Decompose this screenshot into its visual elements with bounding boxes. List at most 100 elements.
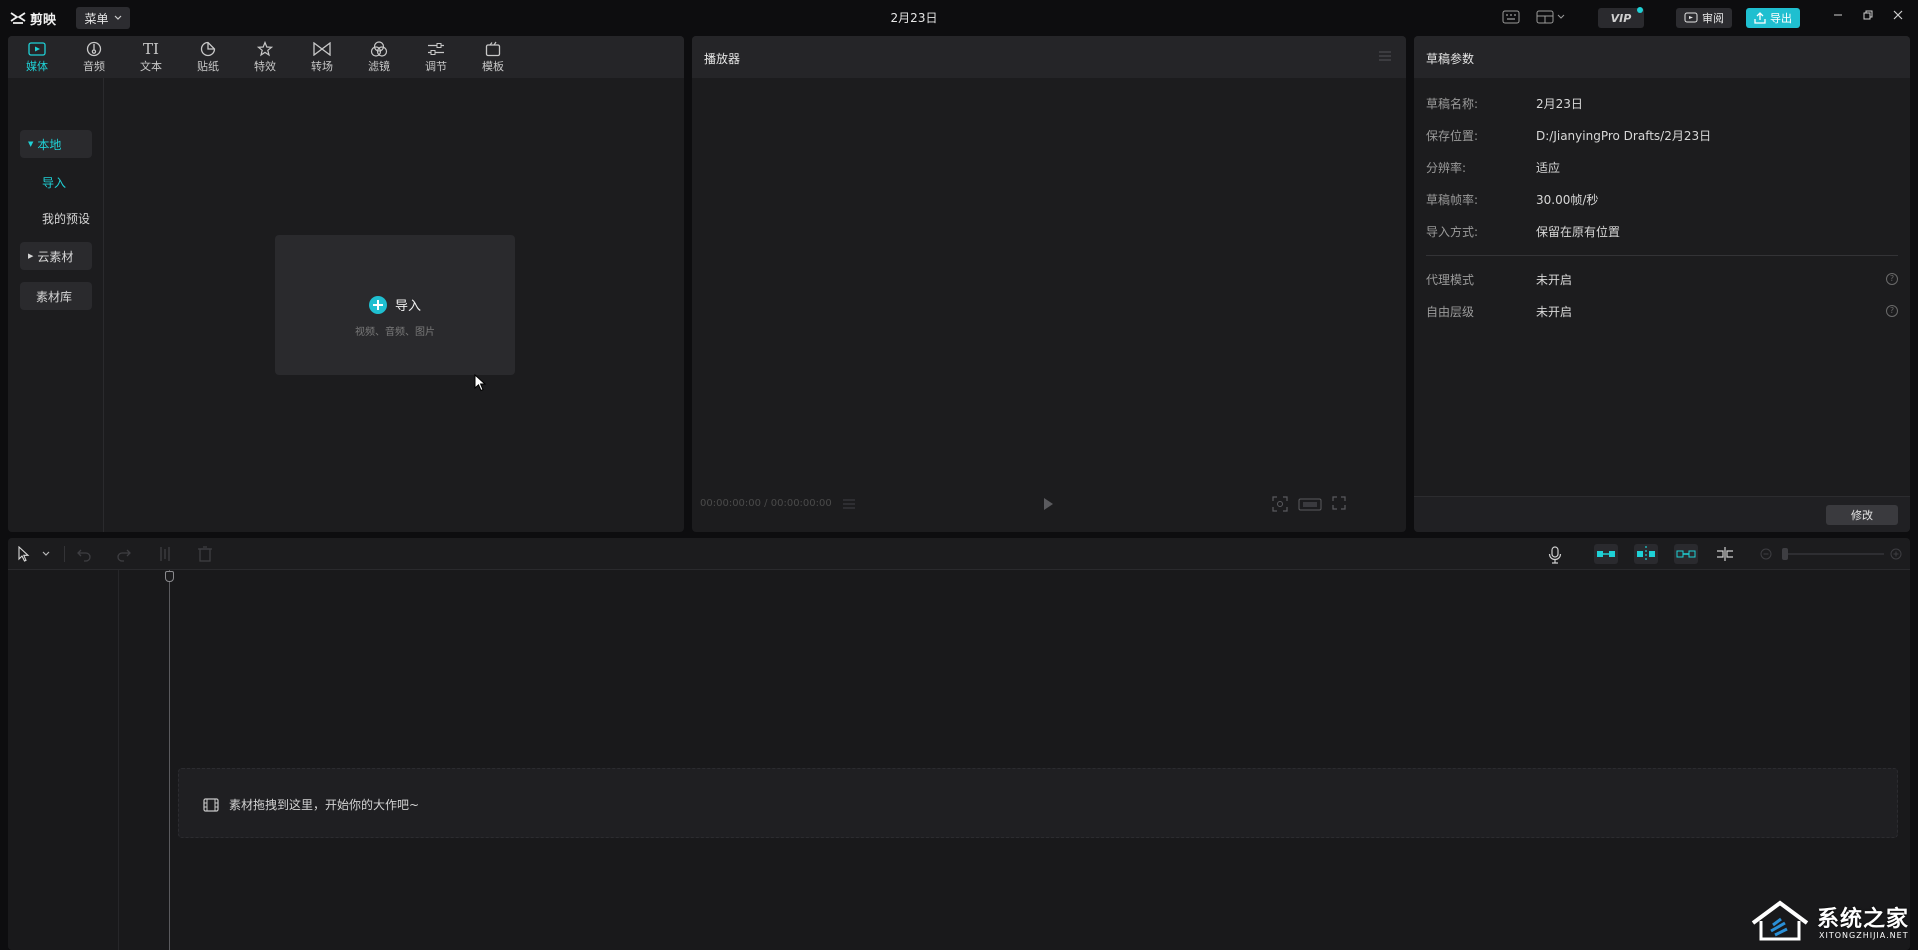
prop-row-free-layer: 自由层级 未开启 ?	[1426, 303, 1898, 321]
tab-text[interactable]: TI 文本	[126, 40, 176, 76]
tab-template-label: 模板	[482, 60, 504, 73]
undo-icon[interactable]	[76, 546, 92, 562]
import-hint: 视频、音频、图片	[355, 327, 435, 338]
playhead-handle[interactable]	[165, 571, 174, 582]
sidebar-cloud-label: 云素材	[37, 249, 74, 264]
film-strip-icon	[203, 797, 219, 812]
sidebar-item-my-presets[interactable]: 我的预设	[34, 204, 102, 232]
preview-axis-icon[interactable]	[1674, 544, 1698, 564]
sidebar-item-local[interactable]: ▼ 本地	[20, 130, 92, 158]
help-icon[interactable]: ?	[1886, 273, 1898, 285]
timeline-drop-zone[interactable]: 素材拖拽到这里，开始你的大作吧~	[178, 768, 1898, 838]
list-icon[interactable]	[842, 498, 856, 510]
caret-down-icon: ▼	[28, 140, 34, 148]
minimize-icon[interactable]	[1830, 9, 1846, 25]
properties-footer: 修改	[1414, 496, 1910, 532]
restore-icon[interactable]	[1860, 9, 1876, 25]
import-action[interactable]: 导入	[275, 295, 515, 314]
track-header-divider	[118, 570, 119, 950]
tab-transition-label: 转场	[311, 60, 333, 73]
media-panel: 媒体 音频 TI 文本 贴纸 特效 转场 滤镜 调节 模板 ▼ 本地 导入 我的…	[8, 36, 684, 532]
prop-row-save-location: 保存位置: D:/JianyingPro Drafts/2月23日	[1426, 127, 1898, 145]
sidebar-item-import[interactable]: 导入	[34, 168, 92, 196]
adjust-icon	[428, 43, 444, 55]
prop-key: 代理模式	[1426, 273, 1475, 287]
media-sidebar: ▼ 本地 导入 我的预设 ▶ 云素材 素材库	[8, 78, 104, 532]
title-bar: 剪映 菜单 2月23日 VIP 审阅 导出	[0, 0, 1918, 35]
zoom-slider[interactable]	[1782, 553, 1884, 555]
tab-audio[interactable]: 音频	[69, 40, 119, 76]
tab-template[interactable]: 模板	[468, 40, 518, 76]
zoom-slider-handle[interactable]	[1782, 548, 1788, 560]
zoom-out-icon[interactable]	[1760, 548, 1772, 560]
properties-header: 草稿参数	[1414, 36, 1910, 78]
export-button[interactable]: 导出	[1746, 8, 1800, 28]
app-logo: 剪映	[10, 9, 56, 28]
review-button[interactable]: 审阅	[1676, 8, 1732, 28]
player-panel: 播放器 00:00:00:00 / 00:00:00:00	[692, 36, 1406, 532]
tab-effects[interactable]: 特效	[240, 40, 290, 76]
layout-icon[interactable]	[1536, 10, 1566, 24]
tab-adjust[interactable]: 调节	[411, 40, 461, 76]
prop-value: 未开启	[1536, 305, 1573, 319]
tab-sticker[interactable]: 贴纸	[183, 40, 233, 76]
split-icon[interactable]	[158, 546, 172, 562]
prop-key: 保存位置:	[1426, 129, 1479, 143]
tab-filter[interactable]: 滤镜	[354, 40, 404, 76]
split-track-icon[interactable]	[1716, 546, 1734, 562]
hamburger-menu-icon[interactable]	[1378, 50, 1392, 62]
export-label: 导出	[1770, 12, 1792, 25]
watermark: 系统之家 XITONGZHIJIA.NET	[1745, 895, 1915, 947]
divider	[1426, 255, 1898, 256]
draft-properties-panel: 草稿参数 草稿名称: 2月23日 保存位置: D:/JianyingPro Dr…	[1414, 36, 1910, 532]
fit-screen-icon[interactable]	[1272, 496, 1288, 512]
play-icon[interactable]	[1042, 497, 1054, 511]
fullscreen-icon[interactable]	[1332, 496, 1346, 510]
prop-row-frame-rate: 草稿帧率: 30.00帧/秒	[1426, 191, 1898, 209]
playhead[interactable]	[169, 570, 170, 950]
help-icon[interactable]: ?	[1886, 305, 1898, 317]
player-title: 播放器	[704, 52, 741, 66]
zoom-in-icon[interactable]	[1890, 548, 1902, 560]
drop-hint: 素材拖拽到这里，开始你的大作吧~	[229, 798, 420, 812]
modify-button[interactable]: 修改	[1826, 505, 1898, 525]
player-timecode: 00:00:00:00 / 00:00:00:00	[700, 498, 832, 509]
aspect-ratio-icon[interactable]	[1298, 498, 1322, 511]
tab-filter-label: 滤镜	[368, 60, 390, 73]
sidebar-local-label: 本地	[37, 137, 62, 152]
menu-button[interactable]: 菜单	[76, 7, 130, 29]
tab-media[interactable]: 媒体	[12, 40, 62, 76]
sidebar-item-library[interactable]: 素材库	[20, 282, 92, 310]
linkage-icon[interactable]	[1634, 544, 1658, 564]
delete-icon[interactable]	[198, 546, 212, 562]
transition-icon	[313, 42, 331, 56]
plus-icon	[368, 295, 387, 314]
auto-snap-icon[interactable]	[1594, 544, 1618, 564]
select-cursor-icon[interactable]	[18, 546, 30, 562]
toolbar-divider	[64, 546, 65, 562]
timeline-tracks[interactable]	[8, 570, 1910, 950]
notification-dot	[1637, 7, 1643, 13]
redo-icon[interactable]	[116, 546, 132, 562]
close-icon[interactable]	[1890, 9, 1906, 25]
sidebar-item-cloud[interactable]: ▶ 云素材	[20, 242, 92, 270]
prop-value: 未开启	[1536, 273, 1573, 287]
prop-value: 保留在原有位置	[1536, 225, 1621, 239]
microphone-icon[interactable]	[1548, 546, 1562, 564]
effects-icon	[257, 41, 273, 57]
timeline-toolbar	[8, 538, 1910, 570]
chevron-down-icon[interactable]	[42, 551, 50, 557]
prop-key: 自由层级	[1426, 305, 1475, 319]
prop-value: D:/JianyingPro Drafts/2月23日	[1536, 129, 1712, 143]
player-header: 播放器	[692, 36, 1406, 78]
tab-transition[interactable]: 转场	[297, 40, 347, 76]
keyboard-icon[interactable]	[1502, 10, 1520, 24]
watermark-text: 系统之家	[1817, 907, 1910, 932]
menu-label: 菜单	[84, 11, 109, 26]
watermark-sub: XITONGZHIJIA.NET	[1819, 931, 1909, 940]
prop-key: 草稿名称:	[1426, 97, 1479, 111]
sidebar-library-label: 素材库	[36, 289, 73, 304]
prop-row-proxy-mode: 代理模式 未开启 ?	[1426, 271, 1898, 289]
import-card[interactable]: 导入 视频、音频、图片	[275, 235, 515, 375]
prop-row-import-mode: 导入方式: 保留在原有位置	[1426, 223, 1898, 241]
